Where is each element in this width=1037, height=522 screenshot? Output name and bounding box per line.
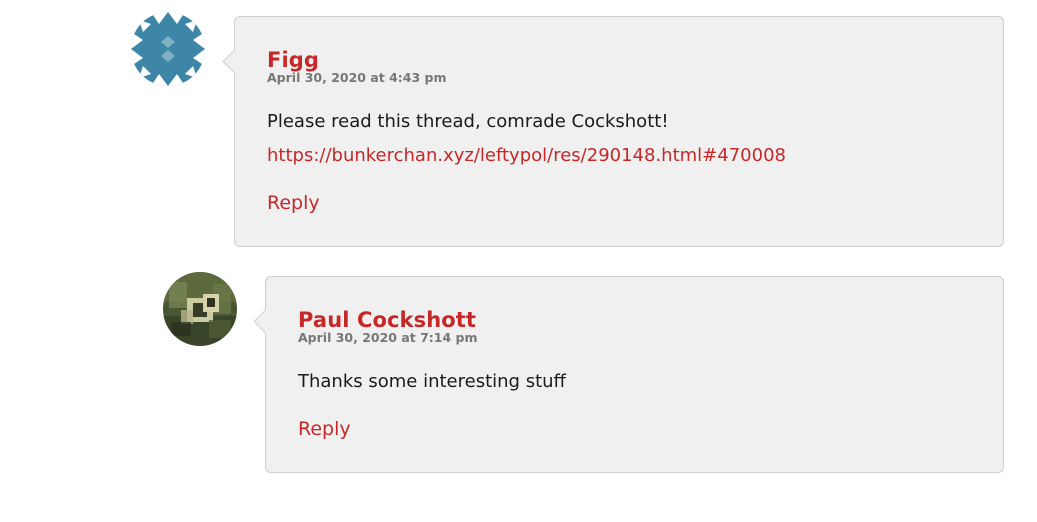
comment-bubble-paul-cockshott: Paul Cockshott April 30, 2020 at 7:14 pm…	[253, 276, 1004, 473]
user-photo-avatar-icon	[163, 272, 237, 346]
comment-link[interactable]: https://bunkerchan.xyz/leftypol/res/2901…	[267, 145, 786, 166]
comment-author[interactable]: Paul Cockshott	[298, 308, 476, 332]
bubble-pointer	[253, 309, 278, 334]
comment-thread: Figg April 30, 2020 at 4:43 pm Please re…	[0, 0, 1037, 522]
comment-avatar-paul-cockshott[interactable]	[163, 272, 237, 346]
comment-date[interactable]: April 30, 2020 at 4:43 pm	[267, 70, 447, 85]
comment-avatar-figg[interactable]	[131, 12, 205, 86]
comment-text: Thanks some interesting stuff	[298, 371, 566, 392]
reply-button[interactable]: Reply	[298, 418, 351, 440]
comment-text: Please read this thread, comrade Cocksho…	[267, 111, 669, 132]
comment-author[interactable]: Figg	[267, 48, 319, 72]
comment-date[interactable]: April 30, 2020 at 7:14 pm	[298, 330, 478, 345]
comment-bubble-figg: Figg April 30, 2020 at 4:43 pm Please re…	[222, 16, 1004, 247]
bubble-pointer	[222, 49, 247, 74]
identicon-avatar-icon	[131, 12, 205, 86]
reply-button[interactable]: Reply	[267, 192, 320, 214]
